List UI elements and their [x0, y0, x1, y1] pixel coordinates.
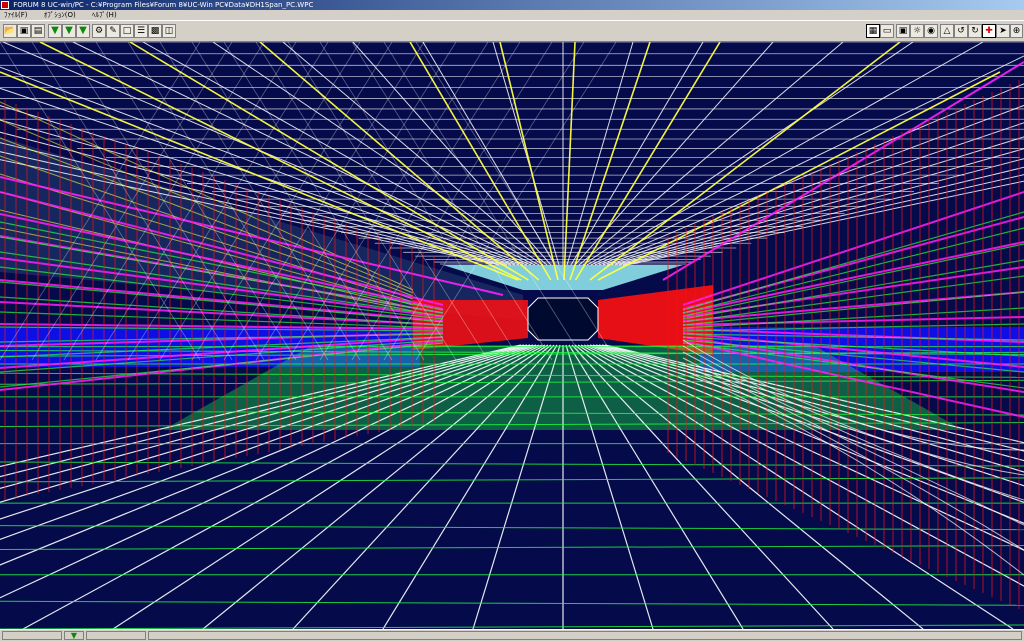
yellow-line — [589, 42, 901, 281]
wireframe-scene — [0, 42, 1024, 629]
move-icon[interactable]: ✚ — [982, 24, 996, 38]
layer-icon[interactable]: ☰ — [134, 24, 148, 38]
open-icon[interactable]: 📂 — [3, 24, 17, 38]
window-title: FORUM 8 UC-win/PC - C:¥Program Files¥For… — [13, 1, 314, 9]
yellow-line — [569, 42, 651, 281]
menu-bar: ﾌｧｲﾙ(F) ｵﾌﾟｼｮﾝ(O) ﾍﾙﾌﾟ(H) — [0, 10, 1024, 20]
zoom-icon[interactable]: ⊕ — [1010, 24, 1023, 38]
paint-icon[interactable]: ✎ — [106, 24, 120, 38]
floor-cross-line — [0, 461, 1024, 467]
ceiling-line — [626, 180, 1024, 266]
green-wall-line — [682, 275, 1024, 323]
model-icon[interactable]: ⚙ — [92, 24, 106, 38]
toolbar: 📂 ▣ ▤ ▼ ▼ ▼ ⚙ ✎ □ ☰ ▩ ◫ ▦ ▭ ▣ ☼ ◉ △ ↺ ↻ … — [0, 20, 1024, 42]
floor-cross-line — [0, 600, 1024, 606]
3d-wireframe-viewport[interactable] — [0, 42, 1024, 629]
tub-green-icon[interactable]: ▼ — [62, 24, 76, 38]
title-bar: FORUM 8 UC-win/PC - C:¥Program Files¥For… — [0, 0, 1024, 10]
green-wall-line — [682, 259, 1024, 320]
floor-cross-line — [0, 525, 1024, 531]
magenta-line — [682, 241, 1024, 314]
save-as-icon[interactable]: ▤ — [31, 24, 45, 38]
magenta-line — [682, 266, 1024, 318]
light-icon[interactable]: ☼ — [910, 24, 924, 38]
floor-cross-line — [0, 545, 1024, 551]
tub-green-icon: ▼ — [70, 631, 78, 640]
ceiling-line — [602, 122, 1024, 266]
ceiling-line — [566, 42, 634, 266]
ceiling-line — [590, 55, 1024, 266]
ceiling-line — [614, 158, 1024, 266]
app-icon — [1, 1, 9, 9]
monitor-icon[interactable]: ▣ — [896, 24, 910, 38]
menu-options[interactable]: ｵﾌﾟｼｮﾝ(O) — [44, 11, 76, 19]
save-icon[interactable]: ▣ — [17, 24, 31, 38]
tub-green-icon[interactable]: ▼ — [48, 24, 62, 38]
green-wall-line — [682, 243, 1024, 317]
menu-help[interactable]: ﾍﾙﾌﾟ(H) — [92, 11, 117, 19]
status-pane — [2, 631, 62, 640]
walk-icon[interactable]: ➤ — [996, 24, 1010, 38]
status-icon-pane: ▼ — [64, 631, 84, 640]
floor-cross-line — [0, 477, 1024, 483]
menu-file[interactable]: ﾌｧｲﾙ(F) — [4, 11, 28, 19]
camera-icon[interactable]: ◉ — [924, 24, 938, 38]
tunnel-portal — [527, 297, 599, 341]
print-icon[interactable]: ◫ — [162, 24, 176, 38]
window-icon[interactable]: ▭ — [880, 24, 894, 38]
status-pane — [148, 631, 1022, 640]
top-view-icon[interactable]: △ — [940, 24, 954, 38]
tub-green-icon[interactable]: ▼ — [76, 24, 90, 38]
yellow-line — [574, 42, 721, 281]
grid-icon[interactable]: ▦ — [866, 24, 880, 38]
status-pane — [86, 631, 146, 640]
green-wall-line — [682, 227, 1024, 314]
ceiling-line — [570, 42, 704, 266]
ceiling-line — [606, 136, 1024, 266]
ceiling-line — [582, 42, 914, 266]
box-icon[interactable]: ▩ — [148, 24, 162, 38]
frame-icon[interactable]: □ — [120, 24, 134, 38]
rotate-right-icon[interactable]: ↻ — [968, 24, 982, 38]
rotate-left-icon[interactable]: ↺ — [954, 24, 968, 38]
magenta-line — [662, 61, 1024, 281]
status-bar: ▼ — [0, 629, 1024, 641]
